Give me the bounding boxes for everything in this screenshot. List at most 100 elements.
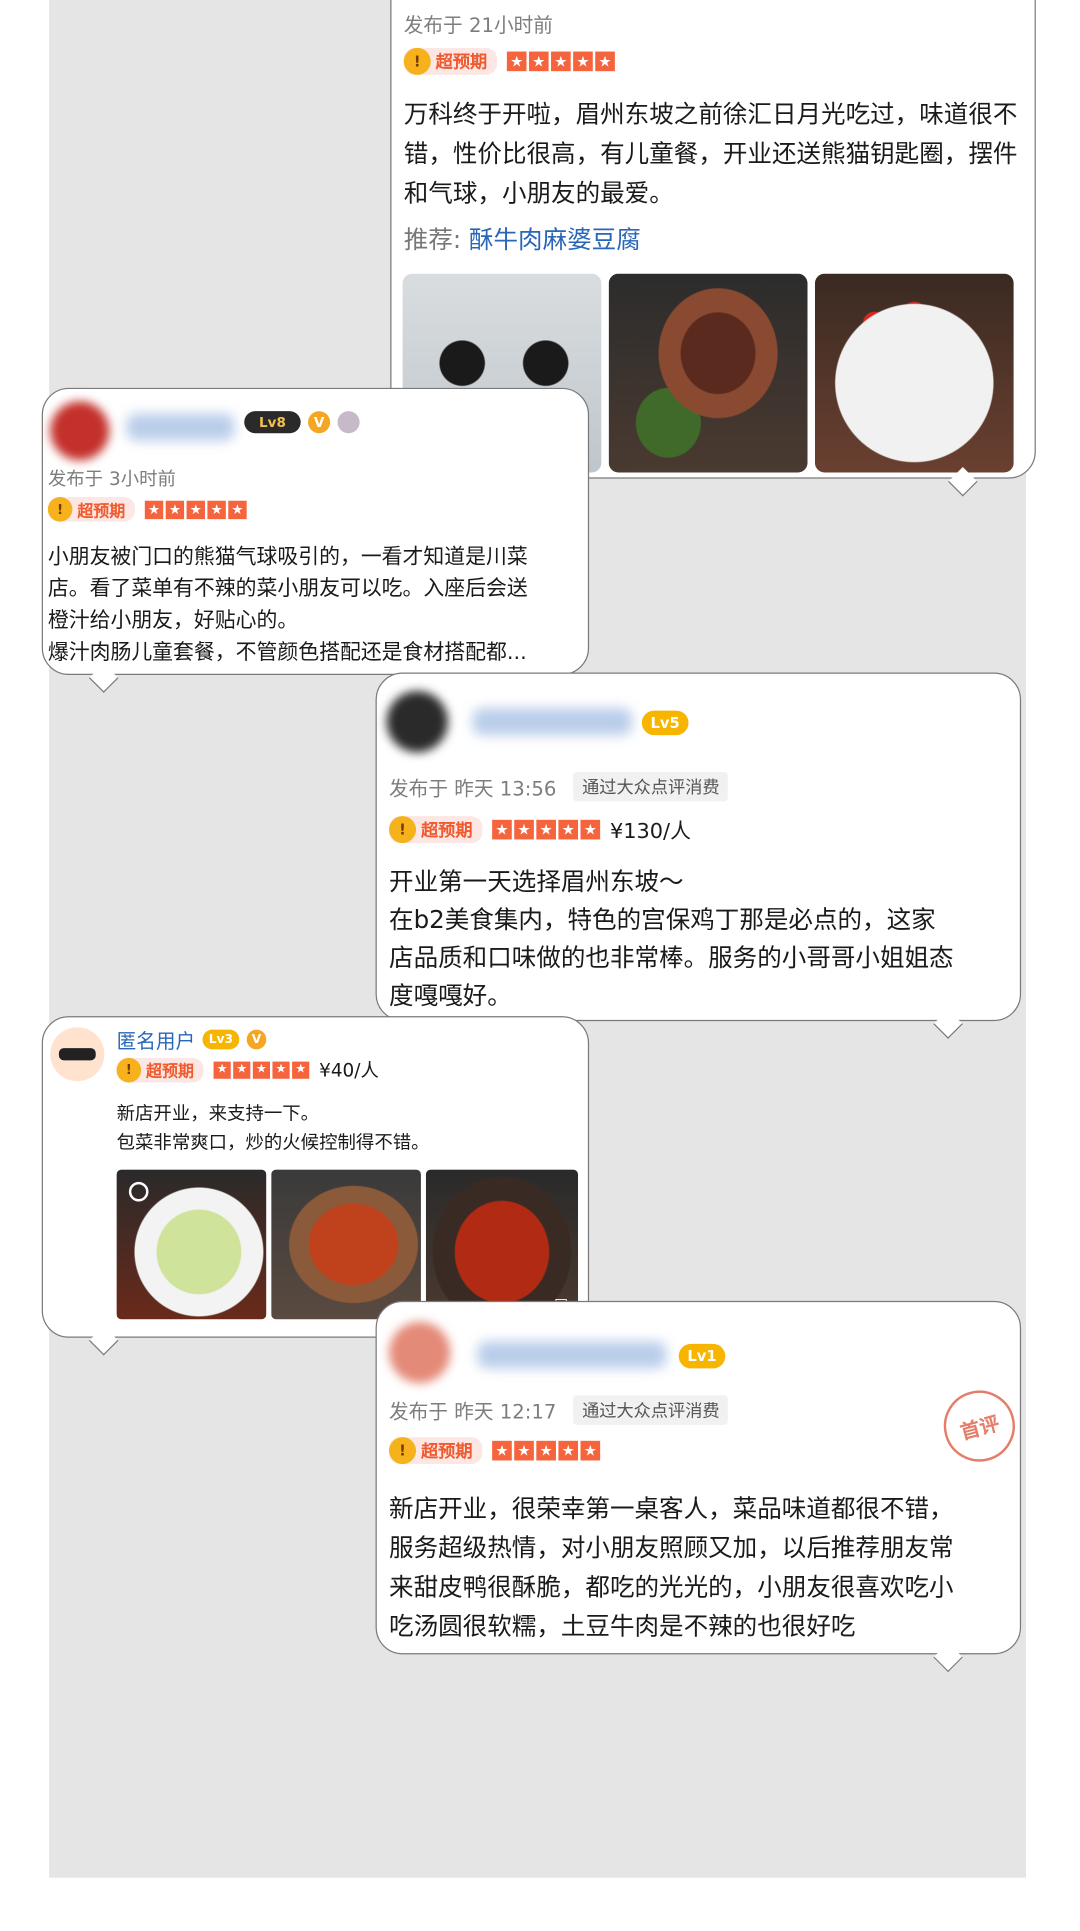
star-icon: ★ (233, 1060, 251, 1079)
star-icon: ★ (536, 1440, 556, 1461)
star-icon: ★ (165, 500, 185, 519)
surprised-face-icon: ! (116, 1057, 142, 1082)
star-icon: ★ (492, 1440, 512, 1461)
review-text-line: 在b2美食集内，特色的宫保鸡丁那是必点的，这家 (389, 904, 936, 934)
level-badge: Lv5 (641, 710, 689, 736)
review-text-line: 新店开业，很荣幸第一桌客人，菜品味道都很不错， (389, 1493, 954, 1524)
rating-row: ! 超预期 ★ ★ ★ ★ ★ (47, 497, 247, 522)
review-card-2[interactable]: Lv8 V 发布于 3小时前 ! 超预期 ★ ★ ★ ★ ★ 小朋友被门口的熊猫气球吸引… (41, 387, 590, 675)
price-per-person: ¥40/人 (319, 1059, 379, 1082)
rating-row: ! 超预期 ★ ★ ★ ★ ★ (389, 1437, 601, 1465)
review-photo[interactable] (608, 273, 808, 473)
anonymous-avatar[interactable] (50, 1027, 105, 1082)
five-star-rating: ★ ★ ★ ★ ★ (144, 500, 247, 519)
five-star-rating: ★ ★ ★ ★ ★ (506, 51, 615, 72)
review-text-line: 爆汁肉肠儿童套餐，不管颜色搭配还是食材搭配都... (47, 640, 527, 666)
username[interactable]: 匿名用户 (117, 1025, 196, 1054)
review-card-4[interactable]: 匿名用户 Lv3 V ! 超预期 ★ ★ ★ ★ ★ ¥40/人 新店开业，来支持一下。… (41, 1016, 590, 1338)
star-icon: ★ (292, 1060, 310, 1079)
exceeds-expectation-tag: ! 超预期 (403, 47, 498, 75)
review-text: 万科终于开啦，眉州东坡之前徐汇日月光吃过，味道很不错，性价比很高，有儿童餐，开业… (403, 99, 1018, 208)
surprised-face-icon: ! (389, 1437, 417, 1465)
star-icon: ★ (272, 1060, 290, 1079)
verified-v-icon: V (246, 1029, 267, 1050)
review-text-line: 店品质和口味做的也非常棒。服务的小哥哥小姐姐态 (389, 942, 954, 972)
five-star-rating: ★ ★ ★ ★ ★ (492, 819, 601, 839)
surprised-face-icon: ! (389, 815, 417, 843)
first-review-stamp: 首评 (935, 1382, 1023, 1470)
price-per-person: ¥130/人 (609, 819, 691, 845)
star-icon: ★ (551, 51, 571, 72)
time-row: 发布于 昨天 13:56 通过大众点评消费 (389, 771, 729, 802)
star-icon: ★ (514, 1440, 534, 1461)
review-text-line: 吃汤圆很软糯，土豆牛肉是不辣的也很好吃 (389, 1611, 856, 1641)
user-avatar[interactable] (50, 401, 110, 461)
review-photo[interactable] (116, 1169, 267, 1320)
rating-row: ! 超预期 ★ ★ ★ ★ ★ ¥130/人 (389, 814, 691, 845)
five-star-rating: ★ ★ ★ ★ ★ (492, 1440, 601, 1461)
star-icon: ★ (580, 819, 601, 839)
recommended-dish-link[interactable]: 酥牛肉麻婆豆腐 (469, 225, 641, 254)
level-badge: Lv8 (244, 411, 301, 434)
star-icon: ★ (492, 819, 512, 839)
review-text: 开业第一天选择眉州东坡～ 在b2美食集内，特色的宫保鸡丁那是必点的，这家 店品质… (389, 863, 1015, 1015)
review-card-3[interactable]: Lv5 发布于 昨天 13:56 通过大众点评消费 ! 超预期 ★ ★ ★ ★ ★ ¥1… (375, 672, 1022, 1022)
sunglasses-icon (58, 1048, 96, 1061)
surprised-face-icon: ! (47, 497, 73, 522)
five-star-rating: ★ ★ ★ ★ ★ (213, 1060, 310, 1079)
review-photo[interactable]: ▣ (425, 1169, 579, 1320)
star-icon: ★ (252, 1060, 271, 1079)
review-text-line: 度嘎嘎好。 (389, 980, 512, 1011)
username-blurred[interactable] (472, 708, 633, 736)
star-icon: ★ (580, 1440, 601, 1461)
review-text-line: 服务超级热情，对小朋友照顾又加，以后推荐朋友常 (389, 1532, 954, 1563)
exceeds-expectation-tag: ! 超预期 (116, 1057, 204, 1082)
review-card-5[interactable]: Lv1 发布于 昨天 12:17 通过大众点评消费 首评 ! 超预期 ★ ★ ★ ★ ★… (375, 1300, 1023, 1655)
username-blurred[interactable] (126, 413, 235, 441)
exceeds-expectation-tag: ! 超预期 (389, 815, 483, 843)
time-row: 发布于 昨天 12:17 通过大众点评消费 (389, 1395, 729, 1425)
rating-row: ! 超预期 ★ ★ ★ ★ ★ ¥40/人 (116, 1057, 379, 1083)
rating-row: ! 超预期 ★ ★ ★ ★ ★ (403, 47, 615, 75)
star-icon: ★ (558, 819, 579, 839)
review-text: 新店开业，来支持一下。 包菜非常爽口，炒的火候控制得不错。 (117, 1098, 430, 1157)
review-text: 小朋友被门口的熊猫气球吸引的，一看才知道是川菜 店。看了菜单有不辣的菜小朋友可以… (48, 541, 583, 669)
review-text-line: 来甜皮鸭很酥脆，都吃的光光的，小朋友很喜欢吃小 (389, 1572, 954, 1602)
verified-consumption-badge: 通过大众点评消费 (573, 771, 729, 802)
verified-consumption-badge: 通过大众点评消费 (573, 1395, 729, 1425)
username-blurred[interactable] (477, 1341, 667, 1369)
star-icon: ★ (528, 51, 549, 72)
user-avatar[interactable] (386, 690, 448, 753)
star-icon: ★ (595, 51, 615, 72)
review-photo[interactable] (814, 273, 1014, 473)
star-icon: ★ (186, 500, 205, 519)
user-avatar[interactable] (389, 1321, 451, 1384)
star-icon: ★ (207, 500, 226, 519)
live-photo-icon (128, 1181, 149, 1202)
review-photo[interactable] (271, 1169, 421, 1320)
review-text-line: 店。看了菜单有不辣的菜小朋友可以吃。入座后会送 (47, 576, 528, 602)
review-text-line: 包菜非常爽口，炒的火候控制得不错。 (116, 1131, 430, 1154)
level-badge: Lv3 (202, 1029, 240, 1050)
star-icon: ★ (144, 500, 164, 519)
review-text-line: 开业第一天选择眉州东坡～ (389, 866, 684, 896)
review-time: 发布于 21小时前 (403, 13, 553, 37)
star-icon: ★ (228, 500, 247, 519)
recommend-row: 推荐: 酥牛肉麻婆豆腐 (403, 224, 641, 255)
star-icon: ★ (558, 1440, 579, 1461)
medal-icon (337, 411, 360, 434)
star-icon: ★ (573, 51, 593, 72)
user-badges: Lv8 V (244, 411, 360, 434)
user-row: 匿名用户 Lv3 V (117, 1025, 267, 1054)
star-icon: ★ (536, 819, 556, 839)
review-time: 发布于 昨天 13:56 (389, 776, 557, 801)
review-time: 发布于 3小时前 (47, 467, 176, 490)
review-text: 新店开业，很荣幸第一桌客人，菜品味道都很不错， 服务超级热情，对小朋友照顾又加，… (389, 1489, 1015, 1646)
star-icon: ★ (213, 1060, 231, 1079)
review-text-line: 橙汁给小朋友，好贴心的。 (47, 608, 299, 634)
level-badge: Lv1 (678, 1343, 726, 1369)
star-icon: ★ (514, 819, 534, 839)
exceeds-expectation-tag: ! 超预期 (47, 497, 136, 522)
review-text-line: 小朋友被门口的熊猫气球吸引的，一看才知道是川菜 (47, 544, 528, 570)
verified-v-icon: V (308, 411, 331, 434)
